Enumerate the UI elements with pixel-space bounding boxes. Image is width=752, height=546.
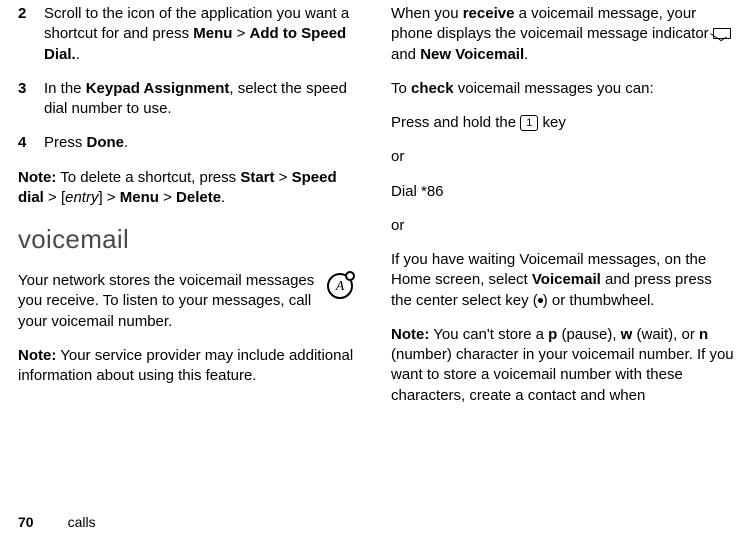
check-paragraph: To check voicemail messages you can: <box>391 79 734 99</box>
text: ) or thumbwheel. <box>543 292 655 309</box>
right-column: When you receive a voicemail message, yo… <box>391 4 734 420</box>
note-provider: Note: Your service provider may include … <box>18 346 361 387</box>
step-number: 3 <box>18 79 44 120</box>
text: To delete a shortcut, press <box>56 169 240 186</box>
note-label: Note: <box>18 347 56 364</box>
new-voicemail-label: New Voicemail <box>420 46 524 63</box>
section-heading-voicemail: voicemail <box>18 222 361 257</box>
icon-letter: A <box>329 278 351 297</box>
char-n: n <box>699 326 708 343</box>
text: You can't store a <box>429 326 548 343</box>
step-number: 2 <box>18 4 44 65</box>
page-footer: 70 calls <box>18 513 96 532</box>
menu-label: Menu <box>193 25 232 42</box>
home-screen-paragraph: If you have waiting Voicemail messages, … <box>391 250 734 311</box>
dial-86-line: Dial *86 <box>391 182 734 202</box>
step-2: 2 Scroll to the icon of the application … <box>18 4 361 65</box>
char-p: p <box>548 326 557 343</box>
receive-paragraph: When you receive a voicemail message, yo… <box>391 4 734 65</box>
text: Your service provider may include additi… <box>18 347 353 384</box>
step-body: In the Keypad Assignment, select the spe… <box>44 79 361 120</box>
section-name: calls <box>68 514 96 530</box>
text: . <box>124 134 128 151</box>
note-label: Note: <box>18 169 56 186</box>
text: In the <box>44 80 86 97</box>
text: key <box>538 114 566 131</box>
sep: > <box>232 25 249 42</box>
text: and <box>391 46 420 63</box>
text: Your network stores the voicemail messag… <box>18 272 314 330</box>
check-word: check <box>411 80 454 97</box>
text: Press <box>44 134 87 151</box>
text: (pause), <box>557 326 620 343</box>
page-content: 2 Scroll to the icon of the application … <box>0 0 752 420</box>
text: voicemail messages you can: <box>454 80 654 97</box>
text: (wait), or <box>632 326 699 343</box>
sep: > <box>275 169 292 186</box>
done-label: Done <box>87 134 125 151</box>
text: . <box>221 189 225 206</box>
text: (number) character in your voicemail num… <box>391 346 734 404</box>
step-body: Press Done. <box>44 133 361 153</box>
or-separator: or <box>391 216 734 236</box>
sep: > <box>159 189 176 206</box>
text: . <box>524 46 528 63</box>
sep: ] > <box>98 189 119 206</box>
delete-label: Delete <box>176 189 221 206</box>
text: . <box>76 46 80 63</box>
voicemail-intro: A Your network stores the voicemail mess… <box>18 271 361 332</box>
step-4: 4 Press Done. <box>18 133 361 153</box>
voicemail-label: Voicemail <box>532 271 601 288</box>
sep: > [ <box>44 189 65 206</box>
text: When you <box>391 5 463 22</box>
step-number: 4 <box>18 133 44 153</box>
voicemail-indicator-icon <box>713 28 731 39</box>
text: To <box>391 80 411 97</box>
network-feature-icon: A <box>327 273 353 299</box>
note-store-paragraph: Note: You can't store a p (pause), w (wa… <box>391 325 734 406</box>
keypad-label: Keypad Assignment <box>86 80 230 97</box>
entry-placeholder: entry <box>65 189 98 206</box>
or-separator: or <box>391 147 734 167</box>
note-label: Note: <box>391 326 429 343</box>
char-w: w <box>621 326 633 343</box>
receive-word: receive <box>463 5 515 22</box>
note-delete: Note: To delete a shortcut, press Start … <box>18 168 361 209</box>
step-3: 3 In the Keypad Assignment, select the s… <box>18 79 361 120</box>
left-column: 2 Scroll to the icon of the application … <box>18 4 361 420</box>
step-body: Scroll to the icon of the application yo… <box>44 4 361 65</box>
page-number: 70 <box>18 514 34 530</box>
menu-label: Menu <box>120 189 159 206</box>
key-1-icon: 1 <box>520 115 538 131</box>
text: Press and hold the <box>391 114 520 131</box>
press-hold-line: Press and hold the 1 key <box>391 113 734 133</box>
start-label: Start <box>240 169 274 186</box>
